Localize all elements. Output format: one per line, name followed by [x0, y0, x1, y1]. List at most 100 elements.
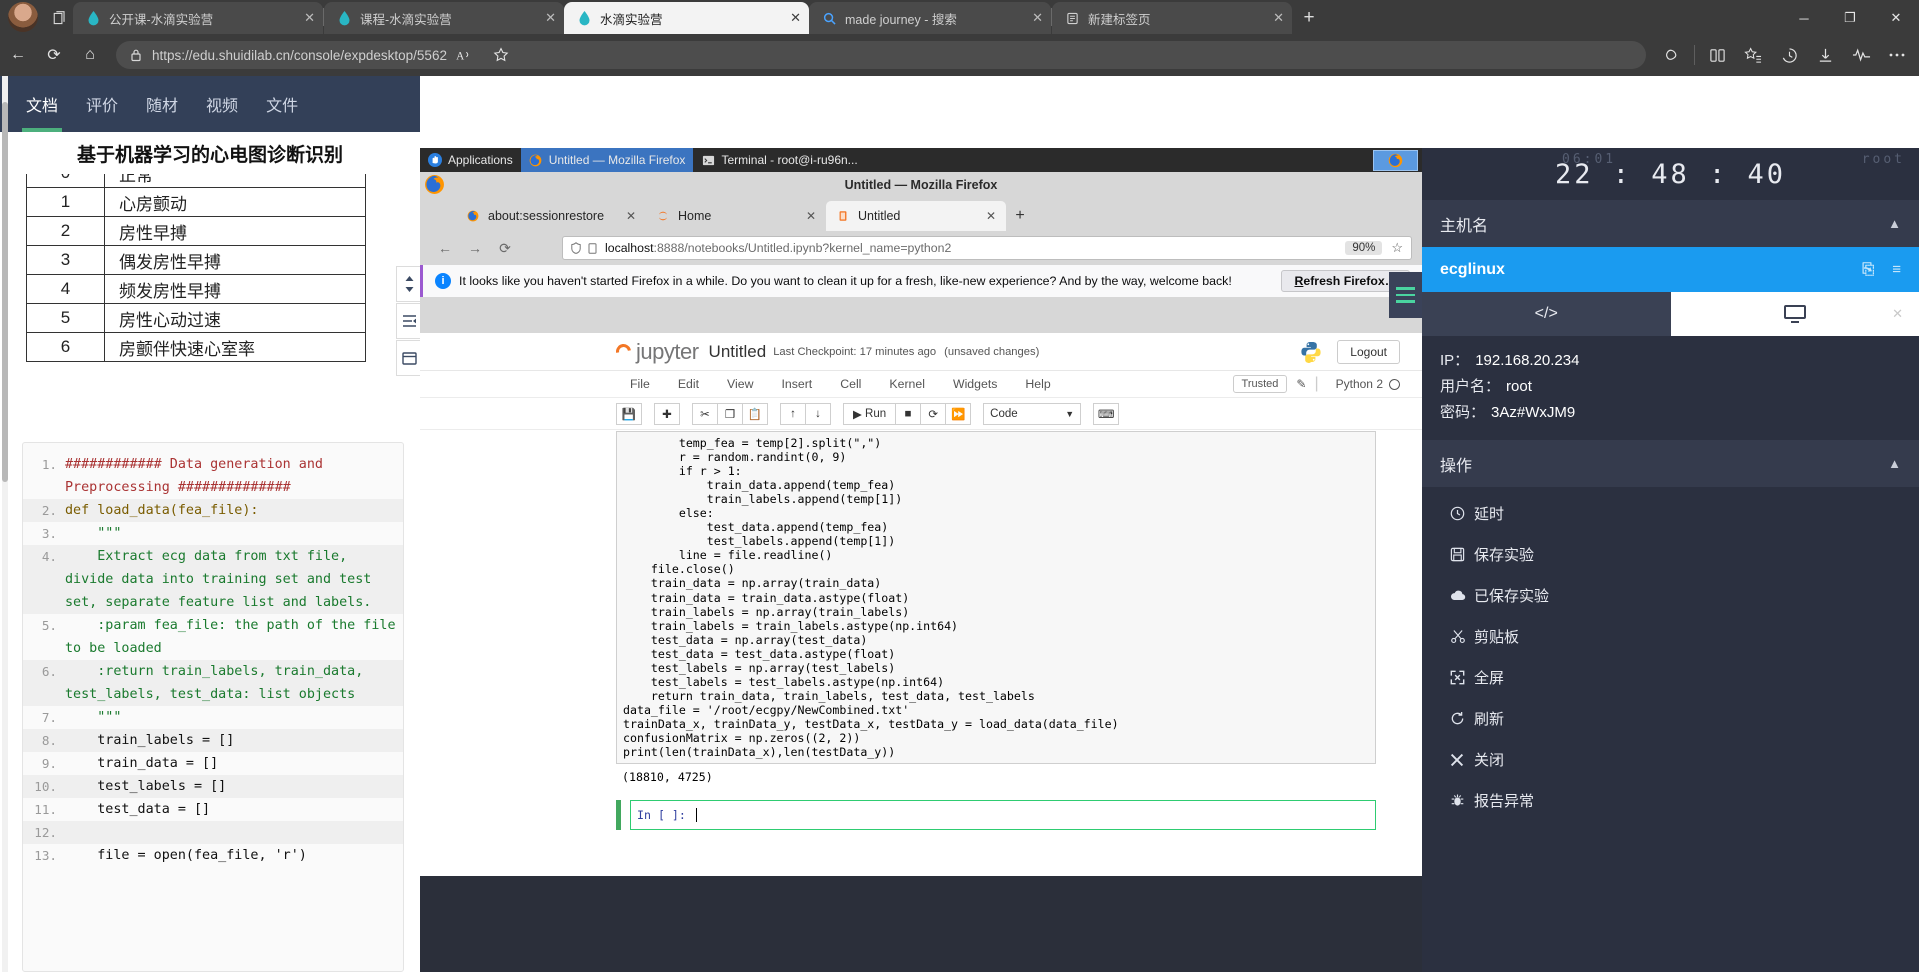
edge-tab-3[interactable]: made journey - 搜索 ✕	[809, 2, 1051, 34]
close-icon[interactable]: ✕	[290, 10, 315, 26]
settings-more-icon[interactable]	[1879, 39, 1915, 71]
actions-section-header[interactable]: 操作 ▲	[1422, 440, 1919, 487]
menu-edit[interactable]: Edit	[664, 377, 713, 391]
hostname-section-header[interactable]: 主机名 ▲	[1422, 200, 1919, 247]
action-saved-experiments[interactable]: 已保存实验	[1422, 575, 1919, 616]
command-palette-button[interactable]: ⌨	[1093, 402, 1120, 425]
tab-desktop-view[interactable]: ✕	[1670, 292, 1919, 336]
updown-arrows-icon[interactable]	[396, 266, 422, 302]
window-icon[interactable]	[396, 340, 422, 376]
profile-avatar[interactable]	[8, 2, 38, 32]
menu-kernel[interactable]: Kernel	[875, 377, 939, 391]
menu-help[interactable]: Help	[1011, 377, 1064, 391]
firefox-new-tab-button[interactable]: +	[1006, 201, 1034, 231]
refresh-icon[interactable]: ⟳	[36, 39, 72, 71]
menu-insert[interactable]: Insert	[767, 377, 826, 391]
back-icon[interactable]: ←	[430, 235, 460, 261]
remote-desktop-viewport[interactable]: Applications Untitled — Mozilla Firefox …	[420, 148, 1422, 876]
minimize-button[interactable]: ─	[1781, 2, 1827, 34]
course-tab-materials[interactable]: 随材	[132, 76, 192, 132]
close-icon[interactable]: ✕	[1892, 306, 1903, 322]
firefox-tab-home[interactable]: Home ✕	[646, 201, 826, 231]
firefox-tab-sessionrestore[interactable]: about:sessionrestore ✕	[456, 201, 646, 231]
menu-file[interactable]: File	[616, 377, 664, 391]
new-tab-button[interactable]: +	[1292, 2, 1326, 34]
applications-menu[interactable]: Applications	[420, 148, 521, 172]
menu-icon[interactable]: ≡	[1892, 261, 1901, 278]
collapse-icon[interactable]	[396, 303, 422, 339]
scrollbar-thumb[interactable]	[2, 102, 8, 482]
tab-actions-icon[interactable]	[43, 2, 73, 34]
course-tab-evaluation[interactable]: 评价	[72, 76, 132, 132]
close-icon[interactable]: ✕	[1018, 10, 1043, 26]
edge-tab-2-active[interactable]: 水滴实验营 ✕	[564, 2, 809, 34]
close-icon[interactable]: ✕	[970, 209, 996, 223]
logout-button[interactable]: Logout	[1337, 339, 1400, 364]
home-icon[interactable]: ⌂	[72, 39, 108, 71]
favorites-icon[interactable]	[1735, 39, 1771, 71]
jupyter-logo-icon[interactable]: jupyter	[613, 339, 699, 365]
menu-cell[interactable]: Cell	[826, 377, 875, 391]
action-save-experiment[interactable]: 保存实验	[1422, 534, 1919, 575]
bookmark-star-icon[interactable]: ☆	[1391, 240, 1403, 256]
cut-button[interactable]: ✂	[692, 402, 718, 425]
edit-pencil-icon[interactable]: ✎	[1296, 377, 1306, 391]
save-button[interactable]: 💾	[616, 402, 642, 425]
taskbar-window-firefox[interactable]: Untitled — Mozilla Firefox	[520, 148, 694, 172]
edge-tab-1[interactable]: 课程-水滴实验营 ✕	[324, 2, 564, 34]
menu-widgets[interactable]: Widgets	[939, 377, 1011, 391]
close-icon[interactable]: ✕	[776, 10, 801, 26]
firefox-address-bar[interactable]: localhost:8888/notebooks/Untitled.ipynb?…	[562, 236, 1412, 260]
notebook-scroll-area[interactable]: temp_fea = temp[2].split(",") r = random…	[420, 431, 1422, 876]
address-bar[interactable]: https://edu.shuidilab.cn/console/expdesk…	[116, 41, 1646, 69]
code-cell-source[interactable]: temp_fea = temp[2].split(",") r = random…	[616, 431, 1376, 765]
collections-icon[interactable]	[1843, 39, 1879, 71]
notebook-name[interactable]: Untitled	[709, 342, 767, 362]
action-clipboard[interactable]: 剪贴板	[1422, 616, 1919, 657]
action-fullscreen[interactable]: 全屏	[1422, 657, 1919, 698]
back-icon[interactable]: ←	[0, 39, 36, 71]
taskbar-window-terminal[interactable]: Terminal - root@i-ru96n...	[693, 148, 865, 172]
paste-button[interactable]: 📋	[742, 402, 768, 425]
copy-icon[interactable]: ⎘	[1862, 261, 1874, 278]
action-refresh[interactable]: 刷新	[1422, 698, 1919, 739]
insert-cell-button[interactable]: ✚	[654, 402, 680, 425]
sidebar-toggle-handle[interactable]	[1389, 272, 1422, 318]
copilot-icon[interactable]	[1654, 39, 1690, 71]
firefox-tab-untitled-active[interactable]: Untitled ✕	[826, 201, 1006, 231]
close-icon[interactable]: ✕	[531, 10, 556, 26]
course-tab-files[interactable]: 文件	[252, 76, 312, 132]
course-tab-documents[interactable]: 文档	[12, 76, 72, 132]
close-icon[interactable]: ✕	[1259, 10, 1284, 26]
notebook-code-cell[interactable]: temp_fea = temp[2].split(",") r = random…	[616, 431, 1376, 784]
close-window-button[interactable]: ✕	[1873, 2, 1919, 34]
chevron-up-icon[interactable]: ▲	[1888, 216, 1901, 231]
reload-icon[interactable]: ⟳	[490, 235, 520, 261]
chevron-up-icon[interactable]: ▲	[1888, 456, 1901, 471]
tab-code-view[interactable]: </>	[1422, 292, 1671, 336]
forward-icon[interactable]: →	[460, 235, 490, 261]
action-delay[interactable]: 延时	[1422, 493, 1919, 534]
page-scrollbar[interactable]	[2, 76, 8, 972]
notebook-empty-cell[interactable]: In [ ]:	[630, 800, 1376, 831]
history-icon[interactable]	[1771, 39, 1807, 71]
trusted-badge[interactable]: Trusted	[1232, 375, 1288, 393]
copy-button[interactable]: ❐	[717, 402, 743, 425]
tray-firefox-icon[interactable]	[1373, 149, 1418, 171]
downloads-icon[interactable]	[1807, 39, 1843, 71]
run-button[interactable]: ▶ Run	[843, 402, 897, 425]
action-report-issue[interactable]: 报告异常	[1422, 780, 1919, 821]
zoom-level-badge[interactable]: 90%	[1345, 241, 1383, 255]
hostname-row[interactable]: ecglinux ⎘ ≡	[1422, 247, 1919, 292]
course-tab-video[interactable]: 视频	[192, 76, 252, 132]
close-icon[interactable]: ✕	[610, 209, 636, 223]
read-aloud-icon[interactable]: A	[447, 39, 483, 71]
close-icon[interactable]: ✕	[790, 209, 816, 223]
menu-view[interactable]: View	[713, 377, 767, 391]
move-down-button[interactable]: ↓	[805, 402, 831, 425]
move-up-button[interactable]: ↑	[780, 402, 806, 425]
restart-kernel-button[interactable]: ⟳	[920, 402, 947, 425]
edge-tab-0[interactable]: 公开课-水滴实验营 ✕	[73, 2, 323, 34]
edge-tab-4[interactable]: 新建标签页 ✕	[1052, 2, 1292, 34]
interrupt-kernel-button[interactable]: ■	[895, 402, 922, 425]
